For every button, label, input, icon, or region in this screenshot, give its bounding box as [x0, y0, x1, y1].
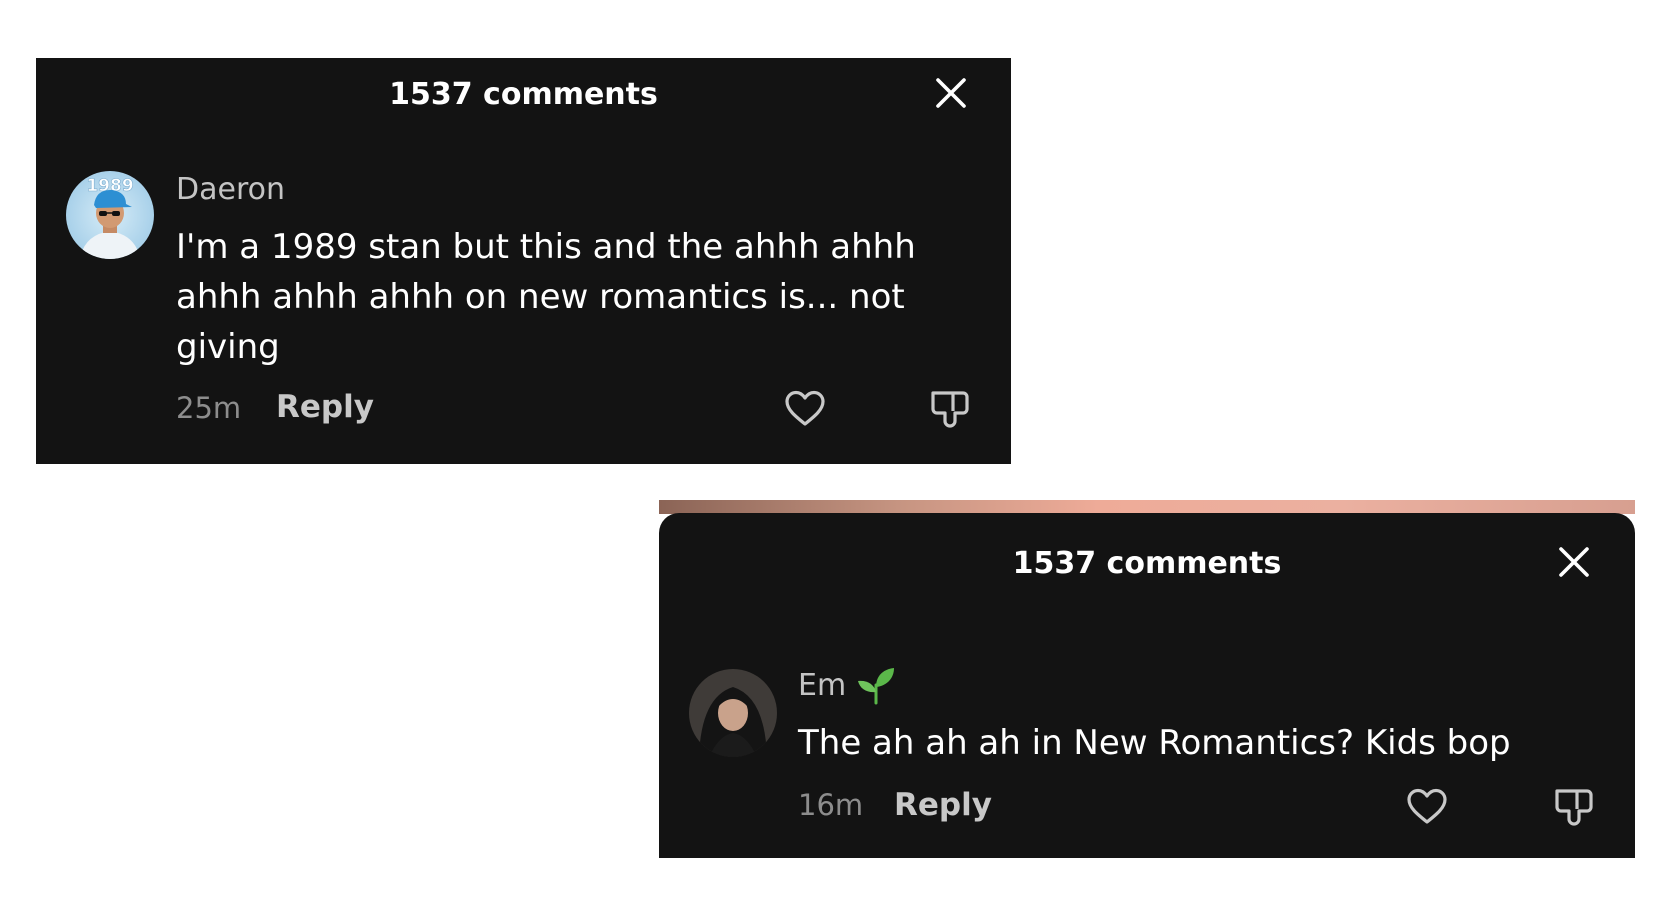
close-icon[interactable] [1557, 545, 1591, 579]
heart-icon[interactable] [783, 387, 827, 431]
username-text: Em [798, 667, 847, 703]
comment-timestamp: 25m [176, 391, 242, 425]
comment-timestamp: 16m [798, 788, 864, 822]
comment-line: giving [176, 327, 280, 367]
comment-line: I'm a 1989 stan but this and the ahhh ah… [176, 227, 916, 267]
heart-icon[interactable] [1405, 785, 1449, 829]
avatar[interactable] [689, 669, 777, 757]
reply-button[interactable]: Reply [276, 389, 374, 425]
comments-panel: 1537 comments 1989 Daeron I'm a 1989 sta… [36, 58, 1011, 464]
comment-text: The ah ah ah in New Romantics? Kids bop [798, 718, 1511, 768]
avatar[interactable]: 1989 [66, 171, 154, 259]
reply-button[interactable]: Reply [894, 787, 992, 823]
close-icon[interactable] [934, 76, 968, 110]
comments-panel: 1537 comments Em The ah ah ah in New Rom… [659, 513, 1635, 858]
comment-username[interactable]: Em [798, 665, 896, 705]
video-background-strip [659, 500, 1635, 514]
comment-text: I'm a 1989 stan but this and the ahhh ah… [176, 222, 916, 372]
comments-count-title: 1537 comments [1012, 546, 1282, 581]
comment-line: ahhh ahhh ahhh on new romantics is... no… [176, 277, 905, 317]
comment-line: The ah ah ah in New Romantics? Kids bop [798, 723, 1511, 763]
thumbs-down-icon[interactable] [929, 387, 973, 431]
comment-username[interactable]: Daeron [176, 172, 285, 207]
thumbs-down-icon[interactable] [1553, 785, 1597, 829]
seedling-icon [858, 668, 895, 705]
username-text: Daeron [176, 172, 285, 207]
comments-count-title: 1537 comments [389, 77, 658, 112]
